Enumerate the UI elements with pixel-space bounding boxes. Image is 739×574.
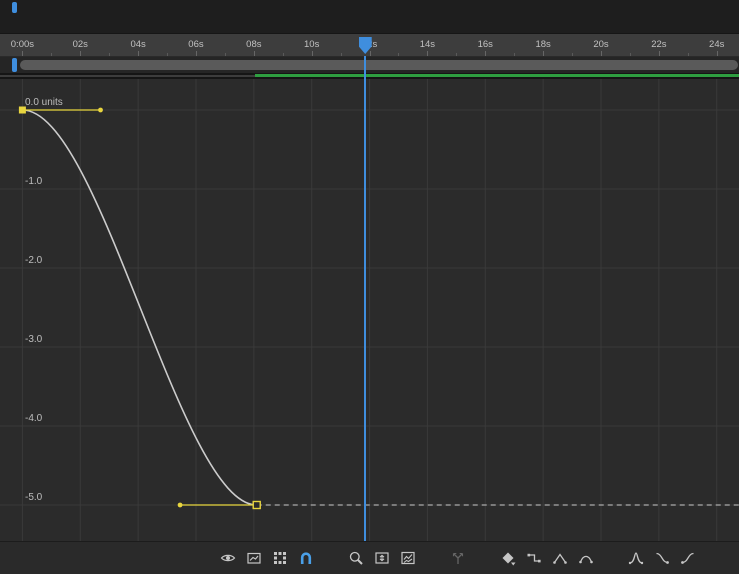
snap-button[interactable] (296, 548, 316, 568)
graph-editor: 0:00s02s04s06s08s10s12s14s16s18s20s22s24… (0, 0, 739, 574)
ruler-tick (109, 53, 110, 56)
auto-zoom-graph-height-button[interactable] (346, 548, 366, 568)
convert-to-auto-bezier-button[interactable] (576, 548, 596, 568)
convert-to-linear-button[interactable] (550, 548, 570, 568)
keyframe-diamond-icon (500, 550, 516, 566)
ruler-tick (514, 53, 515, 56)
separate-dimensions-button[interactable] (448, 548, 468, 568)
choose-properties-button[interactable] (218, 548, 238, 568)
value-axis-label: -1.0 (25, 176, 43, 187)
eye-icon (220, 550, 236, 566)
time-tick-label: 10s (304, 39, 319, 50)
ruler-tick (80, 51, 81, 56)
easy-ease-in-button[interactable] (652, 548, 672, 568)
ruler-tick (22, 51, 23, 56)
separate-icon (450, 550, 466, 566)
ruler-tick (659, 51, 660, 56)
easy-ease-button[interactable] (626, 548, 646, 568)
ruler-tick (572, 53, 573, 56)
in-handle[interactable] (178, 503, 183, 508)
ruler-tick (196, 51, 197, 56)
ruler-tick (688, 53, 689, 56)
ruler-tick (427, 51, 428, 56)
transform-box-icon (272, 550, 288, 566)
keyframe-end[interactable] (253, 502, 260, 509)
toolbar-icon-row (0, 542, 739, 574)
ruler-tick (283, 53, 284, 56)
linear-icon (552, 550, 568, 566)
time-tick-label: 0:00s (11, 39, 34, 50)
ruler-tick (485, 51, 486, 56)
time-tick-label: 16s (478, 39, 493, 50)
timeline-scrollbar[interactable] (0, 57, 739, 73)
navigator-left-handle[interactable] (12, 2, 17, 13)
ruler-tick (312, 51, 313, 56)
scrollbar-thumb[interactable] (20, 60, 738, 70)
cached-frames-indicator (255, 74, 739, 77)
graph-type-and-options-button[interactable] (244, 548, 264, 568)
easy-ease-icon (628, 550, 644, 566)
ruler-tick (370, 51, 371, 56)
out-handle[interactable] (98, 108, 103, 113)
time-tick-label: 20s (593, 39, 608, 50)
value-axis-label: -4.0 (25, 413, 43, 424)
uncached-segment (0, 75, 255, 77)
easy-ease-out-icon (680, 550, 696, 566)
fit-all-graphs-to-view-button[interactable] (398, 548, 418, 568)
value-axis-label: -5.0 (25, 492, 43, 503)
value-axis-label: -2.0 (25, 255, 43, 266)
fit-selection-to-view-button[interactable] (372, 548, 392, 568)
ruler-tick (138, 51, 139, 56)
playhead-line[interactable] (364, 56, 366, 541)
ruler-tick (398, 53, 399, 56)
ruler-tick (225, 53, 226, 56)
zoom-icon (348, 550, 364, 566)
ruler-tick (341, 53, 342, 56)
show-transform-box-button[interactable] (270, 548, 290, 568)
graph-editor-toolbar (0, 541, 739, 574)
value-axis-label: 0.0 units (25, 97, 63, 108)
graph-options-icon (246, 550, 262, 566)
convert-to-hold-button[interactable] (524, 548, 544, 568)
ruler-tick (543, 51, 544, 56)
hold-icon (526, 550, 542, 566)
time-tick-label: 24s (709, 39, 724, 50)
edit-selected-keyframes-button[interactable] (498, 548, 518, 568)
time-tick-label: 02s (73, 39, 88, 50)
timeline-navigator[interactable] (0, 0, 739, 34)
easy-ease-out-button[interactable] (678, 548, 698, 568)
ruler-tick (456, 53, 457, 56)
time-tick-label: 22s (651, 39, 666, 50)
ruler-tick (601, 51, 602, 56)
time-tick-label: 06s (188, 39, 203, 50)
time-tick-label: 18s (535, 39, 550, 50)
ruler-tick (167, 53, 168, 56)
auto-bezier-icon (578, 550, 594, 566)
time-tick-label: 04s (130, 39, 145, 50)
ruler-tick (254, 51, 255, 56)
value-graph[interactable]: 0.0 units -1.0 -2.0 -3.0 -4.0 -5.0 (0, 79, 739, 541)
ruler-tick (717, 51, 718, 56)
time-tick-label: 08s (246, 39, 261, 50)
ruler-tick (630, 53, 631, 56)
value-axis-label: -3.0 (25, 334, 43, 345)
fit-selection-icon (374, 550, 390, 566)
magnet-icon (298, 550, 314, 566)
ruler-tick (51, 53, 52, 56)
value-curve[interactable] (22, 110, 256, 505)
easy-ease-in-icon (654, 550, 670, 566)
keyframe-start[interactable] (19, 107, 26, 114)
time-tick-label: 14s (420, 39, 435, 50)
fit-all-icon (400, 550, 416, 566)
scrollbar-left-handle[interactable] (12, 58, 17, 72)
